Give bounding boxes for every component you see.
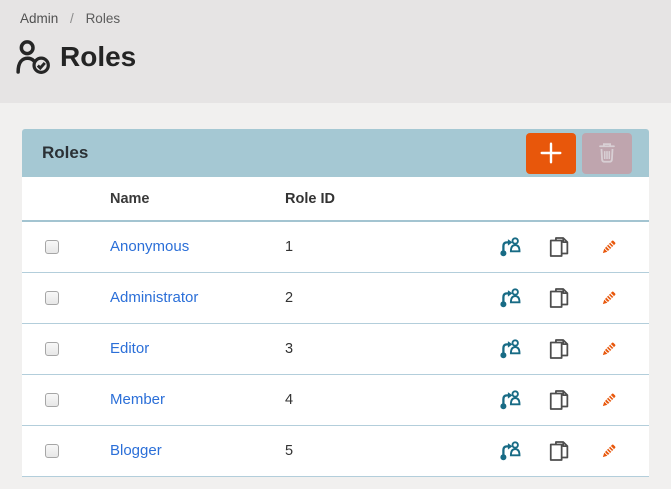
row-checkbox[interactable]	[45, 291, 59, 305]
role-name-link[interactable]: Editor	[110, 340, 149, 357]
role-id-value: 2	[285, 290, 293, 306]
panel-toolbar	[526, 133, 632, 174]
role-name-link[interactable]: Anonymous	[110, 238, 189, 255]
row-actions-cell	[499, 286, 649, 310]
row-id-cell: 3	[262, 341, 499, 357]
assign-members-icon[interactable]	[499, 235, 521, 259]
duplicate-icon[interactable]	[548, 388, 570, 412]
panel-title: Roles	[42, 143, 88, 163]
assign-members-icon[interactable]	[499, 388, 521, 412]
row-id-cell: 1	[262, 239, 499, 255]
row-checkbox[interactable]	[45, 444, 59, 458]
role-id-value: 3	[285, 341, 293, 357]
row-checkbox[interactable]	[45, 393, 59, 407]
duplicate-icon[interactable]	[548, 337, 570, 361]
page-title: Roles	[60, 41, 136, 73]
role-id-value: 5	[285, 443, 293, 459]
table-row: Anonymous 1	[22, 222, 649, 273]
assign-members-icon[interactable]	[499, 337, 521, 361]
row-actions-cell	[499, 337, 649, 361]
role-name-link[interactable]: Member	[110, 391, 165, 408]
page-header: Admin / Roles Roles	[0, 0, 671, 103]
role-id-value: 1	[285, 239, 293, 255]
row-checkbox[interactable]	[45, 342, 59, 356]
row-checkbox-cell	[22, 291, 87, 305]
row-checkbox-cell	[22, 393, 87, 407]
edit-icon[interactable]	[597, 439, 619, 463]
row-id-cell: 5	[262, 443, 499, 459]
row-actions-cell	[499, 235, 649, 259]
column-header-role-id: Role ID	[262, 191, 619, 207]
edit-icon[interactable]	[597, 286, 619, 310]
roles-table: Name Role ID Anonymous 1	[22, 177, 649, 477]
breadcrumb-current: Roles	[86, 11, 121, 26]
screen: Admin / Roles Roles Roles	[0, 0, 671, 489]
roles-panel: Roles	[22, 129, 649, 477]
table-header-row: Name Role ID	[22, 177, 649, 222]
row-name-cell: Anonymous	[87, 238, 262, 256]
row-checkbox[interactable]	[45, 240, 59, 254]
assign-members-icon[interactable]	[499, 439, 521, 463]
row-checkbox-cell	[22, 342, 87, 356]
edit-icon[interactable]	[597, 388, 619, 412]
row-checkbox-cell	[22, 240, 87, 254]
page-title-row: Roles	[14, 39, 671, 74]
role-name-link[interactable]: Blogger	[110, 442, 162, 459]
breadcrumb-separator: /	[70, 11, 74, 26]
duplicate-icon[interactable]	[548, 439, 570, 463]
breadcrumb-link-admin[interactable]: Admin	[20, 11, 58, 26]
assign-members-icon[interactable]	[499, 286, 521, 310]
breadcrumb: Admin / Roles	[20, 11, 671, 26]
main-content: Roles	[0, 103, 671, 477]
table-body: Anonymous 1	[22, 222, 649, 477]
row-checkbox-cell	[22, 444, 87, 458]
role-id-value: 4	[285, 392, 293, 408]
row-id-cell: 4	[262, 392, 499, 408]
delete-roles-button[interactable]	[582, 133, 632, 174]
row-id-cell: 2	[262, 290, 499, 306]
role-name-link[interactable]: Administrator	[110, 289, 198, 306]
row-name-cell: Member	[87, 391, 262, 409]
table-row: Administrator 2	[22, 273, 649, 324]
edit-icon[interactable]	[597, 235, 619, 259]
table-row: Editor 3	[22, 324, 649, 375]
table-row: Blogger 5	[22, 426, 649, 477]
duplicate-icon[interactable]	[548, 286, 570, 310]
row-name-cell: Blogger	[87, 442, 262, 460]
add-role-button[interactable]	[526, 133, 576, 174]
panel-header: Roles	[22, 129, 649, 177]
duplicate-icon[interactable]	[548, 235, 570, 259]
row-actions-cell	[499, 439, 649, 463]
trash-icon	[595, 141, 619, 165]
edit-icon[interactable]	[597, 337, 619, 361]
table-row: Member 4	[22, 375, 649, 426]
column-header-name: Name	[87, 191, 262, 207]
row-actions-cell	[499, 388, 649, 412]
plus-icon	[539, 141, 563, 165]
user-check-icon	[14, 39, 52, 74]
row-name-cell: Administrator	[87, 289, 262, 307]
row-name-cell: Editor	[87, 340, 262, 358]
